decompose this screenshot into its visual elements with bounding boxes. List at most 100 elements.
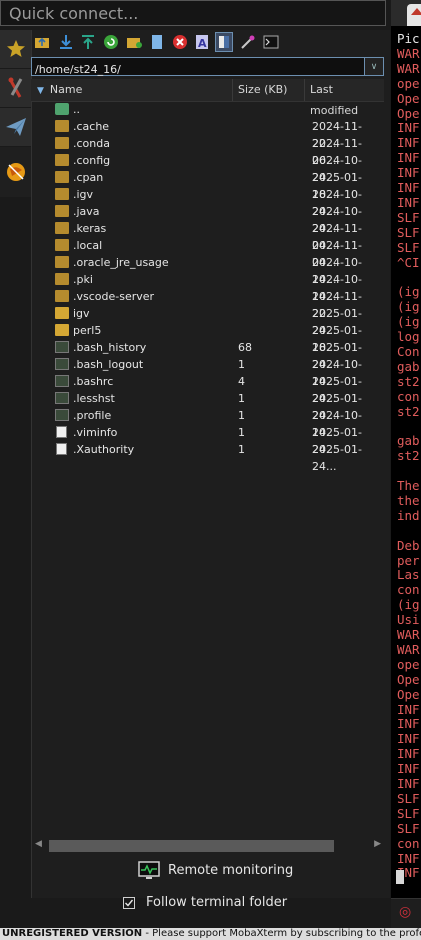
terminal-line: (ig bbox=[397, 299, 420, 315]
folder-icon bbox=[55, 205, 69, 217]
terminal-line: Ope bbox=[397, 90, 420, 106]
terminal-line: SLF bbox=[397, 209, 420, 225]
folder-icon bbox=[55, 120, 69, 132]
scroll-left-icon[interactable]: ◀ bbox=[35, 839, 42, 849]
new-file-button[interactable] bbox=[148, 32, 166, 52]
file-row[interactable]: .bash_logout 1 2024-10-14... bbox=[31, 356, 384, 388]
file-name: .Xauthority bbox=[73, 443, 135, 456]
path-input[interactable] bbox=[32, 61, 368, 78]
rename-icon: A bbox=[196, 35, 208, 50]
file-row[interactable]: .oracle_jre_usage 2024-10-14... bbox=[31, 254, 384, 286]
file-row[interactable]: .conda 2024-11-06... bbox=[31, 135, 384, 167]
terminal-output[interactable]: Pic WAR WAR ope Ope Ope INF INF INF INF INF INF SLF S… bbox=[391, 26, 421, 898]
new-file-icon bbox=[152, 35, 162, 49]
sidebar-macros-button[interactable] bbox=[0, 108, 31, 147]
terminal-line: INF bbox=[397, 180, 420, 195]
terminal-line: WAR bbox=[397, 45, 420, 61]
terminal-line: con bbox=[397, 582, 420, 598]
file-row[interactable]: .local 2024-11-04... bbox=[31, 237, 384, 269]
terminal-tab-bar bbox=[391, 0, 421, 26]
terminal-line: INF bbox=[397, 194, 420, 210]
file-row[interactable]: .lesshst 1 2025-01-24... bbox=[31, 390, 384, 422]
file-row[interactable]: .viminfo 1 2025-01-24... bbox=[31, 424, 384, 456]
status-bar: UNREGISTERED VERSION - Please support Mo… bbox=[0, 928, 421, 940]
file-size: 68 bbox=[238, 341, 252, 354]
file-row[interactable]: .bashrc 4 2025-01-24... bbox=[31, 373, 384, 405]
terminal-line: INF bbox=[397, 850, 420, 866]
refresh-button[interactable] bbox=[102, 32, 120, 52]
scrollbar-thumb[interactable] bbox=[49, 840, 334, 852]
sftp-globe-icon bbox=[6, 163, 25, 181]
scroll-right-icon[interactable]: ▶ bbox=[374, 839, 381, 849]
checkmark-icon bbox=[125, 899, 134, 907]
terminal-line: INF bbox=[397, 135, 420, 151]
terminal-line: INF bbox=[397, 716, 420, 732]
terminal-line: SLF bbox=[397, 239, 420, 255]
folder-icon bbox=[55, 307, 69, 319]
path-dropdown-button[interactable]: ∨ bbox=[364, 58, 383, 75]
column-modified[interactable]: Last modified bbox=[305, 79, 384, 117]
download-button[interactable] bbox=[57, 32, 75, 52]
toggle-view-button[interactable] bbox=[215, 32, 233, 52]
terminal-line: Ope bbox=[397, 686, 420, 702]
sidebar-sessions-button[interactable] bbox=[0, 30, 31, 69]
parent-folder-button[interactable] bbox=[33, 32, 51, 52]
magic-wand-icon bbox=[241, 35, 255, 49]
file-name: .igv bbox=[73, 188, 94, 201]
file-row[interactable]: .. bbox=[31, 101, 384, 118]
sidebar-tools-button[interactable] bbox=[0, 69, 31, 108]
terminal-line: st2 bbox=[397, 448, 420, 464]
download-icon bbox=[60, 35, 72, 49]
terminal-line: the bbox=[397, 492, 420, 508]
follow-terminal-folder[interactable]: Follow terminal folder bbox=[123, 895, 303, 913]
terminal-line: gab bbox=[397, 433, 420, 449]
terminal-line: log bbox=[397, 329, 420, 344]
path-bar[interactable]: ∨ bbox=[31, 57, 384, 78]
folder-icon bbox=[55, 324, 69, 336]
terminal-line: gab bbox=[397, 358, 420, 374]
file-row[interactable]: .java 2024-10-24... bbox=[31, 203, 384, 235]
file-row[interactable]: igv 2025-01-24... bbox=[31, 305, 384, 337]
terminal-line: (ig bbox=[397, 284, 420, 300]
file-row[interactable]: .cpan 2025-01-18... bbox=[31, 169, 384, 201]
file-icon bbox=[55, 358, 69, 370]
file-row[interactable]: .config 2024-10-24... bbox=[31, 152, 384, 184]
file-icon bbox=[56, 426, 67, 438]
terminal-line: per bbox=[397, 552, 420, 568]
magic-button[interactable] bbox=[239, 32, 257, 52]
file-row[interactable]: .igv 2024-10-24... bbox=[31, 186, 384, 218]
file-row[interactable]: .Xauthority 1 2025-01-24... bbox=[31, 441, 384, 473]
file-size: 1 bbox=[238, 392, 245, 405]
quick-connect-input[interactable] bbox=[1, 1, 385, 25]
debian-icon: ◎ bbox=[399, 904, 412, 920]
terminal-line: SLF bbox=[397, 805, 420, 821]
terminal-line: WAR bbox=[397, 60, 420, 76]
file-row[interactable]: .vscode-server 2024-11-22... bbox=[31, 288, 384, 320]
file-row[interactable]: .profile 1 2024-10-14... bbox=[31, 407, 384, 439]
terminal-line: INF bbox=[397, 731, 420, 747]
sidebar-sftp-button[interactable] bbox=[0, 147, 31, 198]
rename-button[interactable]: A bbox=[193, 32, 211, 52]
file-row[interactable]: .cache 2024-11-22... bbox=[31, 118, 384, 150]
column-size[interactable]: Size (KB) bbox=[233, 79, 305, 101]
file-row[interactable]: .bash_history 68 2025-01-24... bbox=[31, 339, 384, 371]
open-terminal-button[interactable] bbox=[262, 32, 280, 52]
status-message[interactable]: - Please support MobaXterm by subscribin… bbox=[142, 928, 421, 939]
file-row[interactable]: .keras 2024-11-04... bbox=[31, 220, 384, 252]
terminal-line: Ope bbox=[397, 671, 420, 687]
quick-connect-box[interactable] bbox=[0, 0, 386, 26]
terminal-line: con bbox=[397, 835, 420, 851]
monitor-icon bbox=[138, 861, 160, 879]
file-row[interactable]: .pki 2024-10-14... bbox=[31, 271, 384, 303]
new-folder-button[interactable] bbox=[125, 32, 143, 52]
file-icon bbox=[56, 443, 67, 455]
folder-icon bbox=[55, 222, 69, 234]
file-row[interactable]: perl5 2025-01-18... bbox=[31, 322, 384, 354]
remote-monitoring-button[interactable]: Remote monitoring bbox=[138, 860, 298, 882]
column-name[interactable]: ▼ Name bbox=[31, 79, 233, 101]
file-name: .oracle_jre_usage bbox=[73, 256, 169, 269]
delete-button[interactable] bbox=[171, 32, 189, 52]
follow-terminal-checkbox[interactable] bbox=[123, 897, 135, 909]
upload-button[interactable] bbox=[79, 32, 97, 52]
folder-icon bbox=[55, 256, 69, 268]
